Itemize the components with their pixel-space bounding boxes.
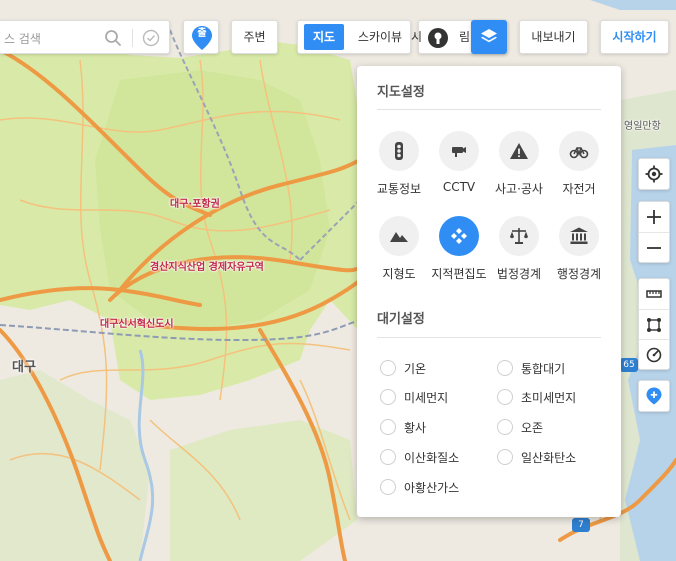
air-option-label: 통합대기 <box>521 362 566 376</box>
layer-cadastral[interactable]: 지적편집도 <box>428 216 490 282</box>
air-option-label: 미세먼지 <box>404 391 449 405</box>
bicycle-icon <box>569 147 589 159</box>
mountain-icon <box>390 232 408 242</box>
departure-button[interactable]: 출 <box>183 20 219 54</box>
locate-button[interactable] <box>639 159 669 189</box>
layer-cctv-label: CCTV <box>442 180 476 194</box>
layer-legal-boundary[interactable]: 법정경계 <box>488 216 550 282</box>
street-view-icon[interactable] <box>427 27 449 49</box>
layer-cctv-circle <box>439 131 479 171</box>
layer-accident[interactable]: 사고·공사 <box>488 131 550 197</box>
map-label-right-top: 영일만항 <box>624 121 661 132</box>
radio-circle[interactable] <box>380 419 396 435</box>
layer-bicycle-circle <box>559 131 599 171</box>
road-badge-7: 7 <box>572 518 590 532</box>
air-option-label: 황사 <box>404 421 427 435</box>
layer-cadastral-label: 지적편집도 <box>431 267 487 281</box>
map-label-gyeongsan-zone: 경산지식산업 경제자유구역 <box>150 262 264 273</box>
layer-bicycle-label: 자전거 <box>562 182 596 196</box>
add-pin-control <box>638 380 670 412</box>
search-icon[interactable] <box>104 29 122 47</box>
air-option-label: 오존 <box>521 421 544 435</box>
cadastral-icon <box>451 228 467 244</box>
scale-icon <box>510 228 528 244</box>
map-settings-divider <box>377 109 601 110</box>
radio-circle[interactable] <box>380 389 396 405</box>
zoom-out-icon <box>647 247 661 249</box>
street-partial-right: 림 <box>459 30 471 44</box>
layer-terrain-label: 지형도 <box>382 267 416 281</box>
add-pin-button[interactable] <box>639 381 669 411</box>
radio-circle[interactable] <box>380 360 396 376</box>
radio-circle[interactable] <box>497 419 513 435</box>
departure-label: 출 <box>197 28 207 39</box>
locate-control <box>638 158 670 190</box>
radius-button[interactable] <box>639 339 669 369</box>
layer-terrain-circle <box>379 216 419 256</box>
layer-admin-boundary-label: 행정경계 <box>556 267 602 281</box>
radio-circle[interactable] <box>380 479 396 495</box>
measure-control <box>638 278 670 370</box>
nearby-button[interactable]: 주변 <box>231 20 278 54</box>
radio-circle[interactable] <box>497 360 513 376</box>
layers-button[interactable] <box>471 20 507 54</box>
check-circle-icon[interactable] <box>142 29 160 47</box>
layer-cadastral-circle <box>439 216 479 256</box>
search-bar[interactable]: 스 검색 <box>0 20 170 54</box>
government-icon <box>570 227 588 244</box>
layer-terrain[interactable]: 지형도 <box>368 216 430 282</box>
map-label-daegu: 대구 <box>12 360 36 375</box>
area-button[interactable] <box>639 309 669 339</box>
locate-icon <box>645 165 663 183</box>
layer-traffic-circle <box>379 131 419 171</box>
radio-circle[interactable] <box>497 449 513 465</box>
layer-traffic[interactable]: 교통정보 <box>368 131 430 197</box>
air-option-label: 초미세먼지 <box>521 391 577 405</box>
map-label-daegu-pohang: 대구·포항권 <box>170 199 220 210</box>
air-settings-title: 대기설정 <box>377 312 425 327</box>
area-icon <box>647 318 661 332</box>
map-settings-panel: 지도설정 교통정보 CCTV 사고·공사 자전거 지형도 지적편집도 법정경계 … <box>357 66 621 517</box>
layer-traffic-label: 교통정보 <box>376 182 422 196</box>
layer-legal-boundary-circle <box>499 216 539 256</box>
zoom-control <box>638 201 670 263</box>
road-badge-65: 65 <box>620 358 638 372</box>
layer-accident-label: 사고·공사 <box>495 182 543 196</box>
search-divider <box>132 29 133 47</box>
layer-accident-circle <box>499 131 539 171</box>
start-button[interactable]: 시작하기 <box>600 20 669 54</box>
layer-legal-boundary-label: 법정경계 <box>496 267 542 281</box>
map-label-daegu-innov: 대구신서혁신도시 <box>100 319 174 330</box>
map-type-map-tab[interactable]: 지도 <box>304 24 344 50</box>
radio-circle[interactable] <box>497 389 513 405</box>
street-partial-left: 시 <box>411 30 423 44</box>
zoom-out-button[interactable] <box>639 232 669 262</box>
export-button[interactable]: 내보내기 <box>519 20 588 54</box>
cctv-icon <box>452 147 466 157</box>
layer-admin-boundary-circle <box>559 216 599 256</box>
layer-bicycle[interactable]: 자전거 <box>548 131 610 197</box>
radio-circle[interactable] <box>380 449 396 465</box>
search-placeholder[interactable]: 스 검색 <box>4 30 41 47</box>
radius-icon <box>646 347 662 363</box>
air-option-label: 아황산가스 <box>404 481 460 495</box>
map-settings-title: 지도설정 <box>377 85 425 100</box>
zoom-in-icon <box>647 210 661 224</box>
layers-icon <box>481 29 497 43</box>
air-settings-divider <box>377 337 601 338</box>
map-type-toggle: 지도 스카이뷰 <box>297 20 411 54</box>
layer-admin-boundary[interactable]: 행정경계 <box>548 216 610 282</box>
map-type-skyview-tab[interactable]: 스카이뷰 <box>350 21 410 53</box>
zoom-in-button[interactable] <box>639 202 669 232</box>
ruler-icon <box>646 290 662 298</box>
air-option-label: 기온 <box>404 362 427 376</box>
air-option-label: 이산화질소 <box>404 451 460 465</box>
air-option-label: 일산화탄소 <box>521 451 577 465</box>
ruler-button[interactable] <box>639 279 669 309</box>
add-pin-icon <box>646 387 662 405</box>
traffic-light-icon <box>395 142 403 160</box>
warning-icon <box>510 143 528 159</box>
layer-cctv[interactable]: CCTV <box>428 131 490 194</box>
